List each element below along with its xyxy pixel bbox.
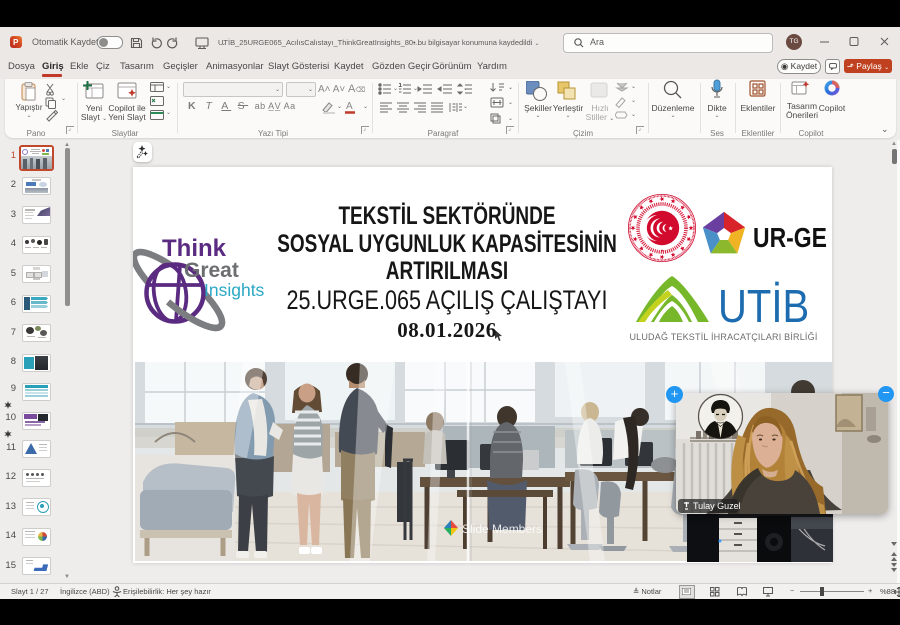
svg-text:P: P	[13, 38, 19, 47]
svg-text:Tulay Guzel: Tulay Guzel	[693, 501, 741, 511]
svg-text:A: A	[346, 101, 353, 112]
svg-text:Slide Members: Slide Members	[462, 522, 542, 536]
